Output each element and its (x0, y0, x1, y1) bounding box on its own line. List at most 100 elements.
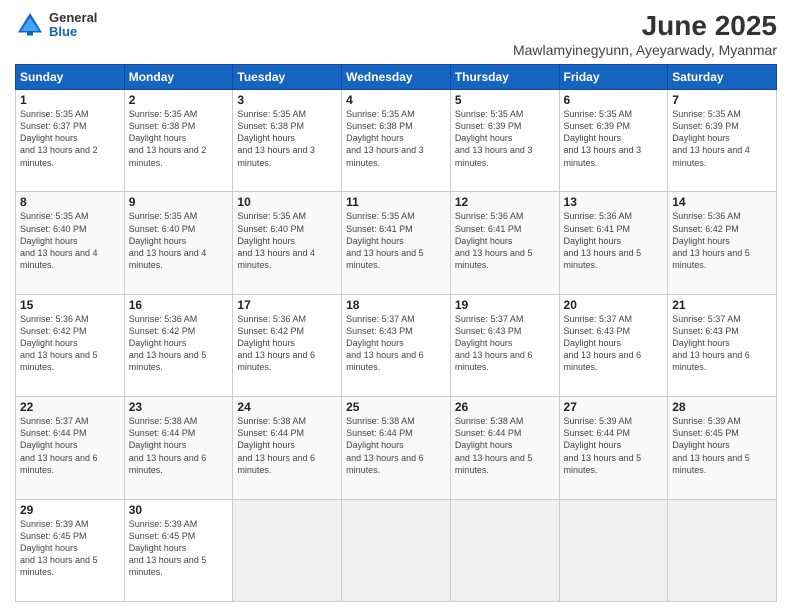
calendar-day-cell: 16 Sunrise: 5:36 AM Sunset: 6:42 PM Dayl… (124, 294, 233, 396)
calendar-day-cell: 22 Sunrise: 5:37 AM Sunset: 6:44 PM Dayl… (16, 397, 125, 499)
day-number: 9 (129, 195, 229, 209)
day-info: Sunrise: 5:37 AM Sunset: 6:43 PM Dayligh… (564, 313, 664, 374)
calendar-day-cell: 30 Sunrise: 5:39 AM Sunset: 6:45 PM Dayl… (124, 499, 233, 601)
day-info: Sunrise: 5:36 AM Sunset: 6:42 PM Dayligh… (672, 210, 772, 271)
calendar-day-cell: 5 Sunrise: 5:35 AM Sunset: 6:39 PM Dayli… (450, 90, 559, 192)
day-number: 17 (237, 298, 337, 312)
day-number: 4 (346, 93, 446, 107)
day-number: 25 (346, 400, 446, 414)
day-info: Sunrise: 5:35 AM Sunset: 6:38 PM Dayligh… (346, 108, 446, 169)
weekday-header: Monday (124, 65, 233, 90)
day-number: 3 (237, 93, 337, 107)
logo-general-label: General (49, 11, 97, 25)
calendar-day-cell: 4 Sunrise: 5:35 AM Sunset: 6:38 PM Dayli… (342, 90, 451, 192)
calendar-day-cell: 27 Sunrise: 5:39 AM Sunset: 6:44 PM Dayl… (559, 397, 668, 499)
calendar-day-cell: 11 Sunrise: 5:35 AM Sunset: 6:41 PM Dayl… (342, 192, 451, 294)
day-number: 7 (672, 93, 772, 107)
day-number: 15 (20, 298, 120, 312)
day-number: 22 (20, 400, 120, 414)
day-info: Sunrise: 5:35 AM Sunset: 6:41 PM Dayligh… (346, 210, 446, 271)
calendar-day-cell (342, 499, 451, 601)
calendar-day-cell: 24 Sunrise: 5:38 AM Sunset: 6:44 PM Dayl… (233, 397, 342, 499)
calendar-day-cell: 7 Sunrise: 5:35 AM Sunset: 6:39 PM Dayli… (668, 90, 777, 192)
day-info: Sunrise: 5:35 AM Sunset: 6:39 PM Dayligh… (672, 108, 772, 169)
calendar-day-cell: 20 Sunrise: 5:37 AM Sunset: 6:43 PM Dayl… (559, 294, 668, 396)
calendar-day-cell: 28 Sunrise: 5:39 AM Sunset: 6:45 PM Dayl… (668, 397, 777, 499)
weekday-header: Saturday (668, 65, 777, 90)
page: General Blue June 2025 Mawlamyinegyunn, … (0, 0, 792, 612)
calendar-day-cell: 17 Sunrise: 5:36 AM Sunset: 6:42 PM Dayl… (233, 294, 342, 396)
calendar-week-row: 1 Sunrise: 5:35 AM Sunset: 6:37 PM Dayli… (16, 90, 777, 192)
day-info: Sunrise: 5:36 AM Sunset: 6:42 PM Dayligh… (129, 313, 229, 374)
calendar-week-row: 15 Sunrise: 5:36 AM Sunset: 6:42 PM Dayl… (16, 294, 777, 396)
day-info: Sunrise: 5:35 AM Sunset: 6:40 PM Dayligh… (237, 210, 337, 271)
calendar-week-row: 22 Sunrise: 5:37 AM Sunset: 6:44 PM Dayl… (16, 397, 777, 499)
day-number: 21 (672, 298, 772, 312)
calendar-day-cell: 6 Sunrise: 5:35 AM Sunset: 6:39 PM Dayli… (559, 90, 668, 192)
calendar-day-cell: 19 Sunrise: 5:37 AM Sunset: 6:43 PM Dayl… (450, 294, 559, 396)
calendar-day-cell: 21 Sunrise: 5:37 AM Sunset: 6:43 PM Dayl… (668, 294, 777, 396)
calendar-day-cell (450, 499, 559, 601)
main-title: June 2025 (513, 10, 777, 42)
calendar-day-cell: 25 Sunrise: 5:38 AM Sunset: 6:44 PM Dayl… (342, 397, 451, 499)
calendar-day-cell: 8 Sunrise: 5:35 AM Sunset: 6:40 PM Dayli… (16, 192, 125, 294)
day-number: 23 (129, 400, 229, 414)
day-number: 1 (20, 93, 120, 107)
day-number: 18 (346, 298, 446, 312)
weekday-row: SundayMondayTuesdayWednesdayThursdayFrid… (16, 65, 777, 90)
weekday-header: Thursday (450, 65, 559, 90)
calendar-day-cell: 3 Sunrise: 5:35 AM Sunset: 6:38 PM Dayli… (233, 90, 342, 192)
day-info: Sunrise: 5:38 AM Sunset: 6:44 PM Dayligh… (346, 415, 446, 476)
day-number: 19 (455, 298, 555, 312)
day-number: 27 (564, 400, 664, 414)
day-info: Sunrise: 5:36 AM Sunset: 6:42 PM Dayligh… (20, 313, 120, 374)
calendar-day-cell: 2 Sunrise: 5:35 AM Sunset: 6:38 PM Dayli… (124, 90, 233, 192)
logo: General Blue (15, 10, 97, 40)
day-info: Sunrise: 5:35 AM Sunset: 6:40 PM Dayligh… (20, 210, 120, 271)
day-number: 24 (237, 400, 337, 414)
calendar-table: SundayMondayTuesdayWednesdayThursdayFrid… (15, 64, 777, 602)
day-number: 30 (129, 503, 229, 517)
day-info: Sunrise: 5:39 AM Sunset: 6:45 PM Dayligh… (129, 518, 229, 579)
day-number: 11 (346, 195, 446, 209)
header: General Blue June 2025 Mawlamyinegyunn, … (15, 10, 777, 58)
calendar-day-cell: 10 Sunrise: 5:35 AM Sunset: 6:40 PM Dayl… (233, 192, 342, 294)
day-info: Sunrise: 5:35 AM Sunset: 6:40 PM Dayligh… (129, 210, 229, 271)
weekday-header: Friday (559, 65, 668, 90)
day-info: Sunrise: 5:35 AM Sunset: 6:37 PM Dayligh… (20, 108, 120, 169)
day-info: Sunrise: 5:35 AM Sunset: 6:39 PM Dayligh… (564, 108, 664, 169)
day-number: 6 (564, 93, 664, 107)
day-info: Sunrise: 5:39 AM Sunset: 6:45 PM Dayligh… (20, 518, 120, 579)
calendar-day-cell: 29 Sunrise: 5:39 AM Sunset: 6:45 PM Dayl… (16, 499, 125, 601)
calendar-week-row: 8 Sunrise: 5:35 AM Sunset: 6:40 PM Dayli… (16, 192, 777, 294)
day-info: Sunrise: 5:38 AM Sunset: 6:44 PM Dayligh… (237, 415, 337, 476)
logo-blue-label: Blue (49, 25, 97, 39)
weekday-header: Sunday (16, 65, 125, 90)
day-info: Sunrise: 5:36 AM Sunset: 6:42 PM Dayligh… (237, 313, 337, 374)
day-number: 5 (455, 93, 555, 107)
calendar-header: SundayMondayTuesdayWednesdayThursdayFrid… (16, 65, 777, 90)
day-info: Sunrise: 5:38 AM Sunset: 6:44 PM Dayligh… (129, 415, 229, 476)
calendar-day-cell: 13 Sunrise: 5:36 AM Sunset: 6:41 PM Dayl… (559, 192, 668, 294)
day-number: 26 (455, 400, 555, 414)
calendar-day-cell: 12 Sunrise: 5:36 AM Sunset: 6:41 PM Dayl… (450, 192, 559, 294)
day-number: 20 (564, 298, 664, 312)
calendar-day-cell: 1 Sunrise: 5:35 AM Sunset: 6:37 PM Dayli… (16, 90, 125, 192)
weekday-header: Tuesday (233, 65, 342, 90)
calendar-day-cell (668, 499, 777, 601)
day-info: Sunrise: 5:37 AM Sunset: 6:43 PM Dayligh… (672, 313, 772, 374)
day-info: Sunrise: 5:37 AM Sunset: 6:43 PM Dayligh… (346, 313, 446, 374)
day-number: 2 (129, 93, 229, 107)
calendar-day-cell: 15 Sunrise: 5:36 AM Sunset: 6:42 PM Dayl… (16, 294, 125, 396)
calendar-day-cell: 14 Sunrise: 5:36 AM Sunset: 6:42 PM Dayl… (668, 192, 777, 294)
day-number: 10 (237, 195, 337, 209)
day-info: Sunrise: 5:36 AM Sunset: 6:41 PM Dayligh… (455, 210, 555, 271)
day-number: 13 (564, 195, 664, 209)
calendar-day-cell (233, 499, 342, 601)
day-number: 29 (20, 503, 120, 517)
day-info: Sunrise: 5:39 AM Sunset: 6:44 PM Dayligh… (564, 415, 664, 476)
calendar-day-cell: 9 Sunrise: 5:35 AM Sunset: 6:40 PM Dayli… (124, 192, 233, 294)
title-block: June 2025 Mawlamyinegyunn, Ayeyarwady, M… (513, 10, 777, 58)
calendar-day-cell: 26 Sunrise: 5:38 AM Sunset: 6:44 PM Dayl… (450, 397, 559, 499)
calendar-day-cell: 23 Sunrise: 5:38 AM Sunset: 6:44 PM Dayl… (124, 397, 233, 499)
